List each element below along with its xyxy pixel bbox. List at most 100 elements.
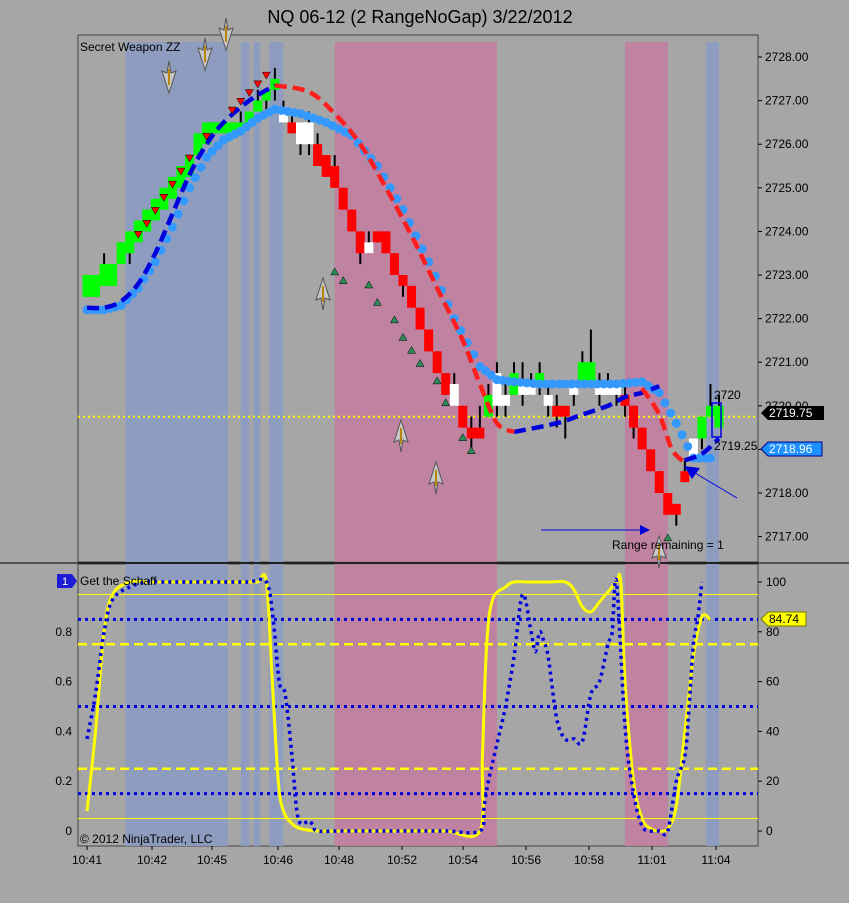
osc-indicator-label: Get the Schaff: [80, 574, 157, 588]
bar-body: [458, 405, 468, 428]
bar-body: [364, 242, 374, 254]
time-tick-label: 11:04: [701, 853, 730, 867]
bar-body: [560, 405, 570, 417]
price-tick-label: 2722.00: [765, 312, 809, 326]
bar-body: [441, 373, 451, 395]
price-tick-label: 2727.00: [765, 94, 809, 108]
bar-body: [82, 275, 92, 297]
price-bar: [321, 155, 331, 177]
osc-right-tick-label: 0: [766, 824, 773, 838]
price-bar: [415, 307, 425, 330]
price-bar: [372, 231, 382, 243]
trend-dot: [173, 209, 183, 219]
bar-body: [475, 427, 485, 439]
price-bar: [424, 329, 434, 352]
trend-dot: [150, 257, 160, 267]
osc-value-label: 84.74: [760, 611, 807, 627]
price-tick-label: 2724.00: [765, 224, 809, 238]
time-tick-label: 10:46: [263, 853, 293, 867]
bar-body: [680, 471, 690, 483]
bar-body: [125, 231, 135, 254]
price-tag-high: 2720: [714, 388, 741, 402]
price-bar: [441, 373, 451, 395]
bar-body: [389, 253, 399, 275]
last-price-text: 2719.75: [769, 406, 813, 420]
osc-right-tick-label: 40: [766, 724, 780, 738]
time-tick-label: 10:45: [197, 853, 227, 867]
trend-dot: [196, 162, 206, 172]
bar-body: [697, 416, 707, 439]
bar-body: [372, 231, 382, 243]
osc-left-tick-label: 0.8: [55, 625, 72, 639]
bar-body: [91, 275, 101, 297]
bar-body: [355, 231, 365, 254]
bar-body: [338, 187, 348, 210]
last-price-label: 2719.75: [761, 406, 824, 420]
bar-body: [671, 503, 681, 515]
bar-body: [304, 122, 314, 145]
price-tick-label: 2723.00: [765, 268, 809, 282]
price-bar: [432, 351, 442, 374]
range-remaining-annotation: Range remaining = 1: [612, 538, 724, 552]
trend-dot: [677, 430, 687, 440]
osc-left-tick-label: 0: [65, 824, 72, 838]
osc-right-tick-label: 80: [766, 625, 780, 639]
trend-dot: [671, 418, 681, 428]
trend-dot: [179, 196, 189, 206]
osc-left-tick-label: 0.2: [55, 774, 72, 788]
bar-body: [552, 405, 562, 417]
price-tick-label: 2717.00: [765, 530, 809, 544]
bar-body: [500, 394, 510, 406]
bar-body: [654, 471, 664, 493]
bar-body: [432, 351, 442, 374]
price-tick-label: 2721.00: [765, 355, 809, 369]
trend-dot: [666, 408, 676, 418]
price-bar: [389, 253, 399, 275]
price-bar: [91, 275, 101, 297]
price-tick-label: 2718.00: [765, 486, 809, 500]
bar-body: [116, 242, 126, 265]
time-tick-label: 10:41: [72, 853, 102, 867]
price-tick-label: 2725.00: [765, 181, 809, 195]
bar-body: [381, 231, 391, 254]
bar-body: [646, 449, 656, 472]
price-tag-low: 2719.25: [714, 439, 758, 453]
price-indicator-label: Secret Weapon ZZ: [80, 40, 181, 54]
bar-body: [296, 122, 306, 145]
price-bar: [108, 264, 118, 286]
bar-body: [321, 155, 331, 177]
osc-left-tick-label: 0.6: [55, 675, 72, 689]
bar-body: [629, 405, 639, 428]
bar-body: [108, 264, 118, 286]
price-bar: [338, 187, 348, 210]
price-bar: [347, 209, 357, 232]
price-bar: [637, 427, 647, 450]
ma-price-label: 2718.96: [760, 441, 823, 457]
time-tick-label: 10:58: [574, 853, 604, 867]
bar-body: [99, 264, 109, 286]
price-bar: [407, 285, 417, 308]
time-tick-label: 11:01: [637, 853, 666, 867]
bar-body: [415, 307, 425, 330]
time-tick-label: 10:52: [387, 853, 417, 867]
price-bar: [654, 471, 664, 493]
osc-value-text: 84.74: [769, 612, 799, 626]
osc-left-tick-label: 0.4: [55, 724, 72, 738]
copyright-text: © 2012 NinjaTrader, LLC: [80, 832, 213, 846]
price-bar: [458, 405, 468, 428]
price-bar: [116, 242, 126, 265]
bar-body: [449, 384, 459, 406]
indicator-number-text: 1: [62, 576, 68, 588]
bar-body: [407, 285, 417, 308]
chart-canvas: 2717.002718.002719.002720.002721.002722.…: [0, 0, 849, 903]
bar-body: [466, 427, 476, 439]
bar-body: [313, 144, 323, 166]
price-band: [125, 42, 228, 562]
osc-right-tick-label: 60: [766, 675, 780, 689]
trend-dot: [660, 398, 670, 408]
price-bar: [381, 231, 391, 254]
bar-body: [714, 405, 724, 428]
bar-body: [347, 209, 357, 232]
time-tick-label: 10:56: [511, 853, 541, 867]
osc-right-tick-label: 20: [766, 774, 780, 788]
